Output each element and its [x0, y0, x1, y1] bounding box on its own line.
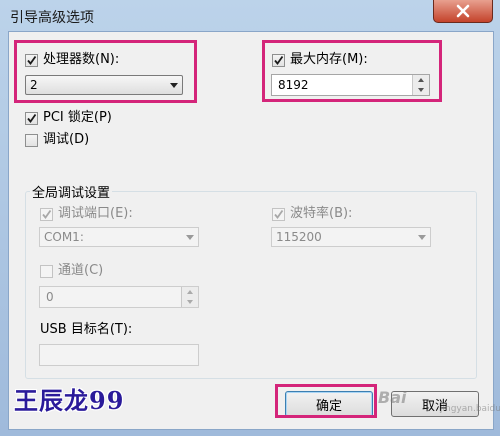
channel-label: 通道(C) — [58, 263, 104, 278]
debug-label: 调试(D) — [43, 132, 90, 147]
baud-rate-label: 波特率(B): — [290, 206, 353, 221]
max-memory-highlight — [262, 40, 442, 102]
check-icon — [274, 209, 284, 219]
pci-lock-label: PCI 锁定(P) — [43, 110, 112, 125]
chevron-down-icon — [418, 235, 426, 240]
baud-rate-checkbox[interactable] — [272, 208, 285, 221]
ok-highlight — [275, 384, 377, 418]
check-icon — [27, 113, 37, 123]
baud-rate-select[interactable]: 115200 — [271, 227, 431, 247]
usb-target-input[interactable] — [39, 344, 199, 366]
debug-port-value: COM1: — [44, 230, 84, 244]
pci-lock-checkbox[interactable] — [25, 112, 38, 125]
usb-target-label: USB 目标名(T): — [40, 322, 133, 337]
debug-port-select[interactable]: COM1: — [39, 227, 199, 247]
check-icon — [42, 209, 52, 219]
close-button[interactable] — [433, 0, 493, 23]
baud-rate-value: 115200 — [276, 230, 322, 244]
dialog-content: 处理器数(N): 2 最大内存(M): 8192 PCI 锁定(P) 调试(D) — [8, 31, 494, 430]
debug-port-checkbox[interactable] — [40, 208, 53, 221]
spin-down-button[interactable] — [182, 297, 198, 307]
baidu-watermark: Bai — [378, 388, 407, 407]
channel-value: 0 — [46, 290, 54, 304]
chevron-down-icon — [186, 235, 194, 240]
close-icon — [456, 4, 470, 18]
debug-port-label: 调试端口(E): — [58, 206, 133, 221]
dialog-window: 引导高级选项 处理器数(N): 2 最大内存(M): 8192 PCI 锁定(P… — [0, 0, 500, 436]
channel-spinner — [181, 287, 198, 307]
channel-input[interactable]: 0 — [39, 286, 199, 308]
debug-checkbox[interactable] — [25, 134, 38, 147]
processors-highlight — [14, 40, 197, 103]
title-bar: 引导高级选项 — [0, 0, 500, 32]
channel-checkbox[interactable] — [40, 265, 53, 278]
author-watermark: 王辰龙99 — [14, 386, 125, 415]
window-title: 引导高级选项 — [10, 10, 94, 26]
baidu-watermark-url: jingyan.baidu.com — [440, 404, 500, 414]
global-debug-title: 全局调试设置 — [30, 182, 113, 201]
